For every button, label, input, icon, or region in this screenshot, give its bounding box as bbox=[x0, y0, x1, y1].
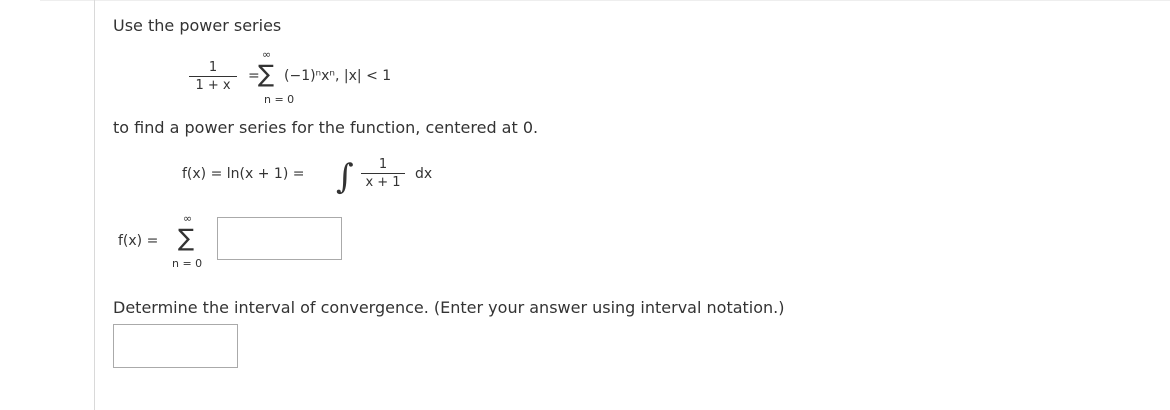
dx-label: dx bbox=[415, 166, 433, 182]
answer-sum-lower-limit: n = 0 bbox=[172, 257, 203, 270]
function-definition: f(x) = ln(x + 1) = bbox=[182, 166, 305, 182]
series-fraction: 1 1 + x bbox=[189, 60, 237, 93]
answer-lhs: f(x) = bbox=[118, 233, 159, 249]
fraction-bar bbox=[189, 76, 237, 77]
top-divider bbox=[40, 0, 1170, 1]
interval-answer-input[interactable] bbox=[113, 324, 238, 368]
sigma-symbol: ∑ bbox=[258, 60, 275, 88]
instruction-text: to find a power series for the function,… bbox=[113, 118, 539, 137]
answer-sigma-symbol: ∑ bbox=[178, 224, 195, 252]
integrand-numerator: 1 bbox=[378, 157, 388, 172]
intro-text: Use the power series bbox=[113, 16, 282, 35]
fraction-denominator: 1 + x bbox=[195, 78, 231, 93]
series-answer-input[interactable] bbox=[217, 217, 342, 260]
integral-sign: ∫ bbox=[336, 157, 354, 197]
series-term: (−1)ⁿxⁿ, |x| < 1 bbox=[284, 68, 392, 84]
sum-lower-limit: n = 0 bbox=[264, 93, 295, 106]
integrand-bar bbox=[361, 173, 405, 174]
integrand-fraction: 1 x + 1 bbox=[361, 157, 405, 190]
left-divider bbox=[94, 0, 95, 410]
fraction-numerator: 1 bbox=[208, 60, 218, 75]
integrand-denominator: x + 1 bbox=[365, 175, 401, 190]
question-text: Determine the interval of convergence. (… bbox=[113, 298, 785, 317]
